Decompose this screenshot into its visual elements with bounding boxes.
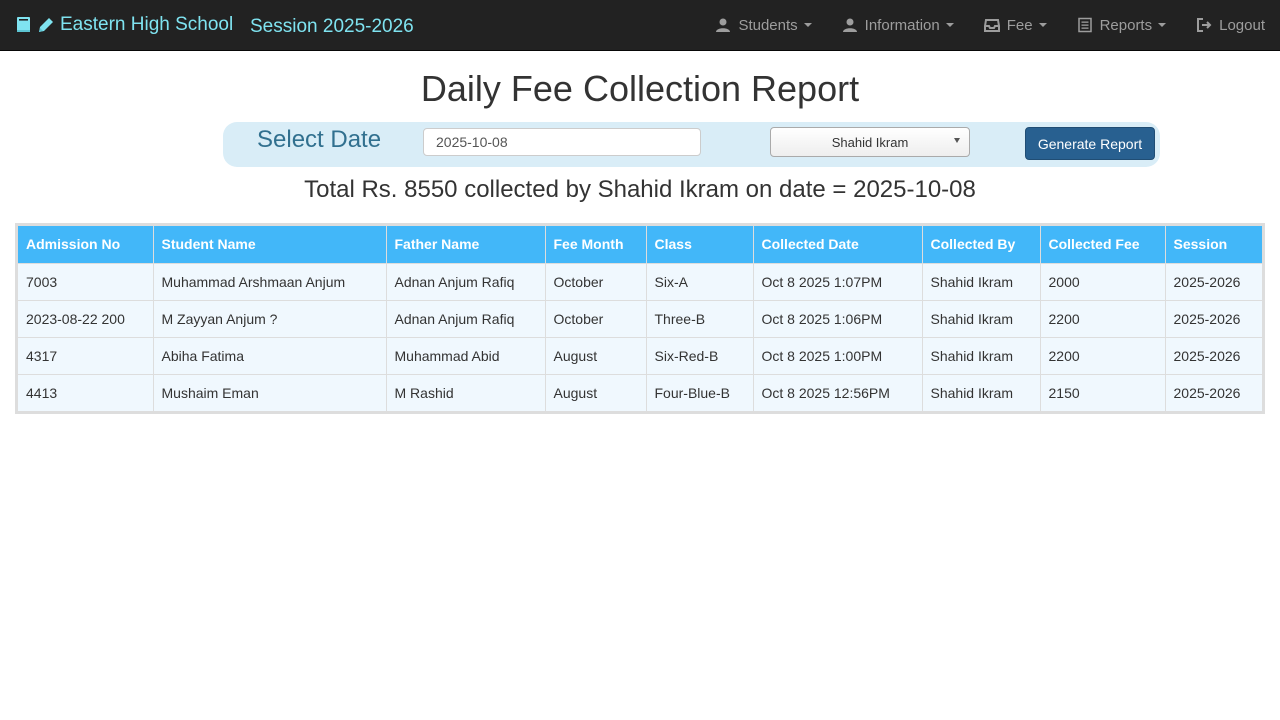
pencil-icon (37, 16, 55, 34)
cell-fee-month: August (545, 373, 647, 411)
nav-logout-label: Logout (1219, 16, 1265, 34)
col-collected-by[interactable]: Collected By (922, 226, 1041, 263)
date-filter-bar: Select Date Shahid Ikram Generate Report (223, 122, 1160, 167)
collector-select[interactable]: Shahid Ikram (770, 127, 970, 157)
cell-admission-no: 4317 (18, 336, 154, 374)
cell-student-name: Mushaim Eman (153, 373, 387, 411)
cell-admission-no: 7003 (18, 262, 154, 300)
nav-reports-label: Reports (1099, 16, 1153, 34)
cell-student-name: Muhammad Arshmaan Anjum (153, 262, 387, 300)
cell-collected-by: Shahid Ikram (922, 336, 1041, 374)
cell-father-name: Muhammad Abid (386, 336, 546, 374)
cell-admission-no: 2023-08-22 200 (18, 299, 154, 337)
cell-father-name: M Rashid (386, 373, 546, 411)
session-label: Session 2025-2026 (250, 16, 414, 37)
col-admission-no[interactable]: Admission No (18, 226, 154, 263)
cell-father-name: Adnan Anjum Rafiq (386, 299, 546, 337)
col-session[interactable]: Session (1165, 226, 1262, 263)
cell-session: 2025-2026 (1165, 373, 1262, 411)
col-class[interactable]: Class (646, 226, 754, 263)
generate-report-button[interactable]: Generate Report (1025, 127, 1155, 160)
cell-fee-month: October (545, 299, 647, 337)
brand[interactable]: Eastern High School (16, 14, 233, 36)
cell-class: Six-Red-B (646, 336, 754, 374)
col-fee-month[interactable]: Fee Month (545, 226, 647, 263)
cell-father-name: Adnan Anjum Rafiq (386, 262, 546, 300)
table-row: 2023-08-22 200 M Zayyan Anjum ? Adnan An… (18, 299, 1262, 337)
nav-reports[interactable]: Reports (1062, 0, 1182, 50)
list-icon (1077, 17, 1093, 33)
caret-down-icon (803, 23, 812, 27)
date-input[interactable] (423, 128, 701, 156)
cell-collected-fee: 2150 (1040, 373, 1166, 411)
nav-information-label: Information (864, 16, 940, 34)
nav-students-label: Students (738, 16, 798, 34)
table-row: 7003 Muhammad Arshmaan Anjum Adnan Anjum… (18, 262, 1262, 300)
select-date-label: Select Date (257, 126, 382, 153)
dropdown-arrow-icon (954, 138, 960, 143)
caret-down-icon (945, 23, 954, 27)
nav-fee-label: Fee (1006, 16, 1033, 34)
cell-admission-no: 4413 (18, 373, 154, 411)
nav-information[interactable]: Information (827, 0, 969, 50)
caret-down-icon (1038, 23, 1047, 27)
caret-down-icon (1158, 23, 1167, 27)
table-header-row: Admission No Student Name Father Name Fe… (18, 226, 1262, 263)
collector-selected-value: Shahid Ikram (831, 134, 909, 150)
cell-fee-month: October (545, 262, 647, 300)
nav-students[interactable]: Students (700, 0, 826, 50)
cell-session: 2025-2026 (1165, 262, 1262, 300)
collection-summary: Total Rs. 8550 collected by Shahid Ikram… (304, 176, 976, 203)
cell-fee-month: August (545, 336, 647, 374)
col-collected-date[interactable]: Collected Date (753, 226, 923, 263)
cell-class: Four-Blue-B (646, 373, 754, 411)
nav-fee[interactable]: Fee (969, 0, 1062, 50)
col-collected-fee[interactable]: Collected Fee (1040, 226, 1166, 263)
cell-class: Three-B (646, 299, 754, 337)
cell-session: 2025-2026 (1165, 299, 1262, 337)
cell-collected-by: Shahid Ikram (922, 299, 1041, 337)
book-icon (16, 16, 33, 34)
cell-collected-fee: 2000 (1040, 262, 1166, 300)
cell-collected-by: Shahid Ikram (922, 373, 1041, 411)
cell-collected-date: Oct 8 2025 1:07PM (753, 262, 923, 300)
user-icon (842, 17, 858, 33)
table-row: 4317 Abiha Fatima Muhammad Abid August S… (18, 336, 1262, 374)
inbox-icon (983, 17, 1000, 33)
cell-class: Six-A (646, 262, 754, 300)
school-name: Eastern High School (60, 14, 234, 35)
logout-icon (1196, 17, 1212, 33)
user-icon (715, 17, 731, 33)
cell-collected-fee: 2200 (1040, 299, 1166, 337)
cell-collected-date: Oct 8 2025 1:00PM (753, 336, 923, 374)
nav-logout[interactable]: Logout (1181, 0, 1280, 50)
top-navbar: Eastern High School Session 2025-2026 St… (0, 0, 1280, 51)
col-father-name[interactable]: Father Name (386, 226, 546, 263)
cell-collected-date: Oct 8 2025 1:06PM (753, 299, 923, 337)
col-student-name[interactable]: Student Name (153, 226, 387, 263)
table-row: 4413 Mushaim Eman M Rashid August Four-B… (18, 373, 1262, 411)
cell-collected-fee: 2200 (1040, 336, 1166, 374)
cell-student-name: Abiha Fatima (153, 336, 387, 374)
cell-session: 2025-2026 (1165, 336, 1262, 374)
page-title: Daily Fee Collection Report (420, 68, 860, 109)
cell-collected-date: Oct 8 2025 12:56PM (753, 373, 923, 411)
cell-collected-by: Shahid Ikram (922, 262, 1041, 300)
cell-student-name: M Zayyan Anjum ? (153, 299, 387, 337)
nav-menu: Students Information Fee Reports Logout (700, 0, 1280, 50)
fee-collection-table: Admission No Student Name Father Name Fe… (15, 223, 1265, 414)
